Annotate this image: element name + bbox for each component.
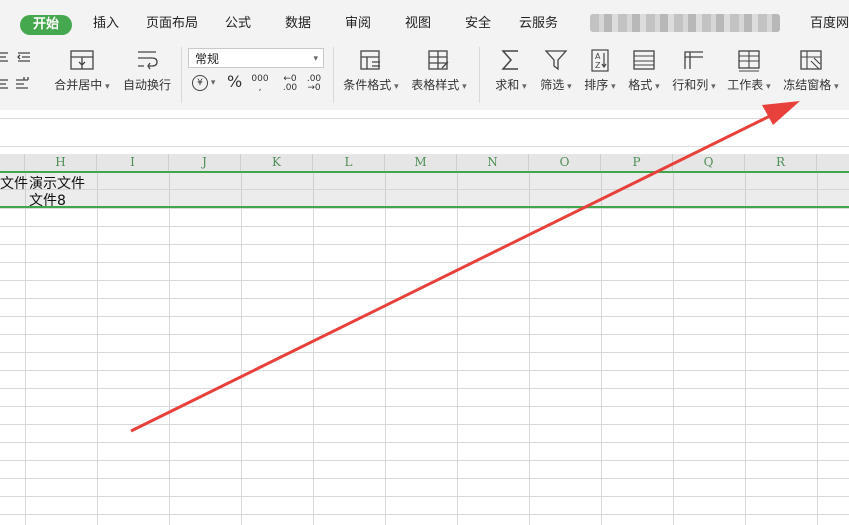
annotation-arrow [130,101,800,433]
arrow-line [130,111,777,433]
arrow-head [762,101,800,125]
